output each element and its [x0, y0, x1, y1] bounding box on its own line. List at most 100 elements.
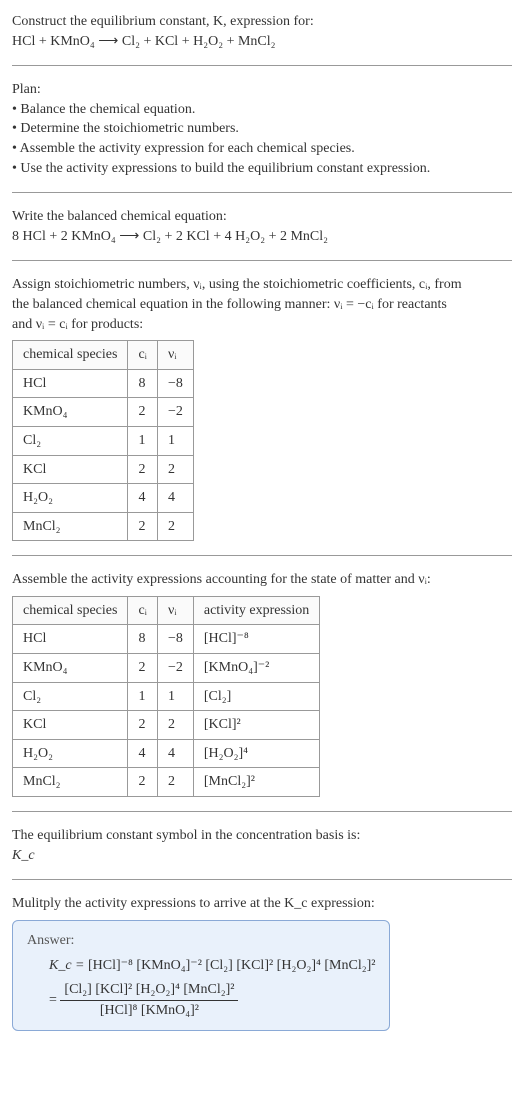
equals-text: =: [49, 992, 60, 1007]
answer-label: Answer:: [27, 931, 375, 951]
stoich-line: the balanced chemical equation in the fo…: [12, 295, 512, 315]
plan-heading: Plan:: [12, 80, 512, 100]
cell-nui: 2: [157, 768, 193, 797]
cell-species: KCl: [13, 711, 128, 740]
prompt-heading: Construct the equilibrium constant, K, e…: [12, 12, 512, 51]
cell-species: KMnO₄: [13, 654, 128, 683]
fraction-denominator: [HCl]⁸ [KMnO₄]²: [60, 1001, 238, 1021]
answer-eq-frac: = [Cl₂] [KCl]² [H₂O₂]⁴ [MnCl₂]² [HCl]⁸ […: [49, 980, 375, 1020]
table-row: MnCl₂22: [13, 512, 194, 541]
cell-nui: 2: [157, 455, 193, 484]
cell-species: KCl: [13, 455, 128, 484]
basis-symbol: K_c: [12, 846, 512, 866]
col-ci: cᵢ: [128, 341, 158, 370]
table-row: Cl₂11[Cl₂]: [13, 682, 320, 711]
col-ci: cᵢ: [128, 596, 158, 625]
multiply-block: Mulitply the activity expressions to arr…: [12, 894, 512, 1031]
cell-species: H₂O₂: [13, 484, 128, 513]
table-row: KMnO₄2−2: [13, 398, 194, 427]
answer-rhs-flat: [HCl]⁻⁸ [KMnO₄]⁻² [Cl₂] [KCl]² [H₂O₂]⁴ […: [88, 958, 375, 973]
cell-nui: 2: [157, 711, 193, 740]
answer-lhs: K_c =: [49, 958, 85, 973]
table-row: H₂O₂44[H₂O₂]⁴: [13, 739, 320, 768]
cell-activity: [MnCl₂]²: [193, 768, 319, 797]
cell-ci: 1: [128, 426, 158, 455]
activity-block: Assemble the activity expressions accoun…: [12, 570, 512, 797]
cell-activity: [HCl]⁻⁸: [193, 625, 319, 654]
table-row: KCl22: [13, 455, 194, 484]
table-row: KMnO₄2−2[KMnO₄]⁻²: [13, 654, 320, 683]
cell-ci: 1: [128, 682, 158, 711]
cell-ci: 2: [128, 455, 158, 484]
cell-nui: 1: [157, 682, 193, 711]
answer-eq-flat: K_c = [HCl]⁻⁸ [KMnO₄]⁻² [Cl₂] [KCl]² [H₂…: [49, 956, 375, 976]
cell-ci: 2: [128, 654, 158, 683]
cell-activity: [Cl₂]: [193, 682, 319, 711]
table-row: KCl22[KCl]²: [13, 711, 320, 740]
cell-species: HCl: [13, 369, 128, 398]
cell-nui: −2: [157, 654, 193, 683]
cell-species: Cl₂: [13, 682, 128, 711]
cell-nui: 4: [157, 739, 193, 768]
col-activity: activity expression: [193, 596, 319, 625]
col-species: chemical species: [13, 596, 128, 625]
cell-activity: [KCl]²: [193, 711, 319, 740]
divider: [12, 811, 512, 812]
cell-species: KMnO₄: [13, 398, 128, 427]
cell-nui: −8: [157, 625, 193, 654]
stoich-line: and νᵢ = cᵢ for products:: [12, 315, 512, 335]
divider: [12, 192, 512, 193]
divider: [12, 260, 512, 261]
stoich-table: chemical species cᵢ νᵢ HCl8−8 KMnO₄2−2 C…: [12, 340, 194, 541]
col-nui: νᵢ: [157, 596, 193, 625]
multiply-heading: Mulitply the activity expressions to arr…: [12, 894, 512, 914]
col-nui: νᵢ: [157, 341, 193, 370]
table-header-row: chemical species cᵢ νᵢ: [13, 341, 194, 370]
plan-block: Plan: • Balance the chemical equation. •…: [12, 80, 512, 178]
basis-block: The equilibrium constant symbol in the c…: [12, 826, 512, 865]
cell-ci: 2: [128, 768, 158, 797]
cell-ci: 4: [128, 484, 158, 513]
activity-heading: Assemble the activity expressions accoun…: [12, 570, 512, 590]
table-row: H₂O₂44: [13, 484, 194, 513]
col-species: chemical species: [13, 341, 128, 370]
plan-item: • Balance the chemical equation.: [12, 100, 512, 120]
fraction-numerator: [Cl₂] [KCl]² [H₂O₂]⁴ [MnCl₂]²: [60, 980, 238, 1001]
cell-species: MnCl₂: [13, 512, 128, 541]
activity-table: chemical species cᵢ νᵢ activity expressi…: [12, 596, 320, 797]
divider: [12, 65, 512, 66]
prompt-line1: Construct the equilibrium constant, K, e…: [12, 12, 512, 32]
cell-ci: 2: [128, 398, 158, 427]
table-row: HCl8−8: [13, 369, 194, 398]
plan-item: • Use the activity expressions to build …: [12, 159, 512, 179]
cell-ci: 4: [128, 739, 158, 768]
balanced-heading: Write the balanced chemical equation:: [12, 207, 512, 227]
cell-nui: −2: [157, 398, 193, 427]
table-row: HCl8−8[HCl]⁻⁸: [13, 625, 320, 654]
cell-species: Cl₂: [13, 426, 128, 455]
cell-activity: [H₂O₂]⁴: [193, 739, 319, 768]
divider: [12, 879, 512, 880]
table-row: MnCl₂22[MnCl₂]²: [13, 768, 320, 797]
plan-item: • Determine the stoichiometric numbers.: [12, 119, 512, 139]
cell-species: H₂O₂: [13, 739, 128, 768]
plan-item: • Assemble the activity expression for e…: [12, 139, 512, 159]
cell-species: MnCl₂: [13, 768, 128, 797]
cell-species: HCl: [13, 625, 128, 654]
cell-ci: 2: [128, 512, 158, 541]
answer-box: Answer: K_c = [HCl]⁻⁸ [KMnO₄]⁻² [Cl₂] [K…: [12, 920, 390, 1031]
answer-fraction: [Cl₂] [KCl]² [H₂O₂]⁴ [MnCl₂]² [HCl]⁸ [KM…: [60, 980, 238, 1020]
cell-ci: 8: [128, 369, 158, 398]
stoich-line: Assign stoichiometric numbers, νᵢ, using…: [12, 275, 512, 295]
cell-ci: 8: [128, 625, 158, 654]
cell-nui: 1: [157, 426, 193, 455]
unbalanced-equation: HCl + KMnO₄ ⟶ Cl₂ + KCl + H₂O₂ + MnCl₂: [12, 32, 512, 52]
cell-nui: −8: [157, 369, 193, 398]
cell-ci: 2: [128, 711, 158, 740]
balanced-block: Write the balanced chemical equation: 8 …: [12, 207, 512, 246]
divider: [12, 555, 512, 556]
table-header-row: chemical species cᵢ νᵢ activity expressi…: [13, 596, 320, 625]
cell-nui: 2: [157, 512, 193, 541]
table-row: Cl₂11: [13, 426, 194, 455]
cell-nui: 4: [157, 484, 193, 513]
